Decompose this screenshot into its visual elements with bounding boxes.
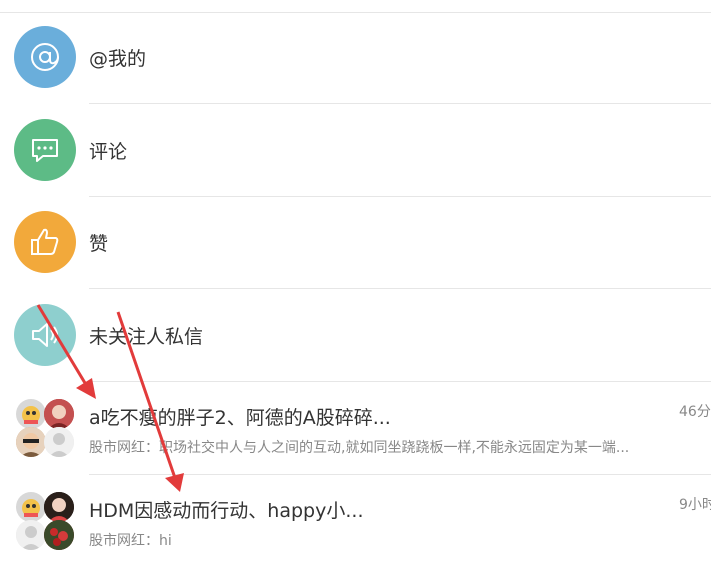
avatar: [16, 399, 46, 429]
category-label: 赞: [89, 233, 109, 255]
category-row-mentions[interactable]: @我的: [0, 12, 711, 104]
row-divider: [89, 381, 711, 382]
comment-icon: [14, 119, 76, 181]
category-row-unfollowed-messages[interactable]: 未关注人私信: [0, 290, 711, 382]
category-label: 未关注人私信: [89, 326, 204, 348]
row-divider: [89, 288, 711, 289]
message-row[interactable]: HDM因感动而行动、happy小... 股市网红：hi 9小时前: [0, 476, 711, 568]
message-title: a吃不瘦的胖子2、阿德的A股碎碎...: [89, 407, 391, 429]
category-row-likes[interactable]: 赞: [0, 197, 711, 289]
avatar: [44, 520, 74, 550]
category-row-comments[interactable]: 评论: [0, 105, 711, 197]
group-avatar: [14, 397, 76, 459]
avatar: [16, 427, 46, 457]
category-label: 评论: [89, 141, 128, 163]
row-divider: [89, 474, 711, 475]
row-divider: [89, 103, 711, 104]
avatar: [44, 492, 74, 522]
thumbs-up-icon: [14, 211, 76, 273]
message-title: HDM因感动而行动、happy小...: [89, 500, 364, 522]
avatar: [16, 492, 46, 522]
avatar: [44, 399, 74, 429]
message-time: 9小时前: [679, 497, 711, 513]
speaker-icon: [14, 304, 76, 366]
message-row[interactable]: a吃不瘦的胖子2、阿德的A股碎碎... 股市网红：职场社交中人与人之间的互动,就…: [0, 383, 711, 475]
message-preview: 股市网红：职场社交中人与人之间的互动,就如同坐跷跷板一样,不能永远固定为某一端.…: [89, 440, 630, 456]
group-avatar: [14, 490, 76, 552]
avatar: [16, 520, 46, 550]
at-icon: [14, 26, 76, 88]
avatar: [44, 427, 74, 457]
message-time: 46分钟前: [679, 404, 711, 420]
category-label: @我的: [89, 48, 147, 70]
message-preview: 股市网红：hi: [89, 533, 172, 549]
